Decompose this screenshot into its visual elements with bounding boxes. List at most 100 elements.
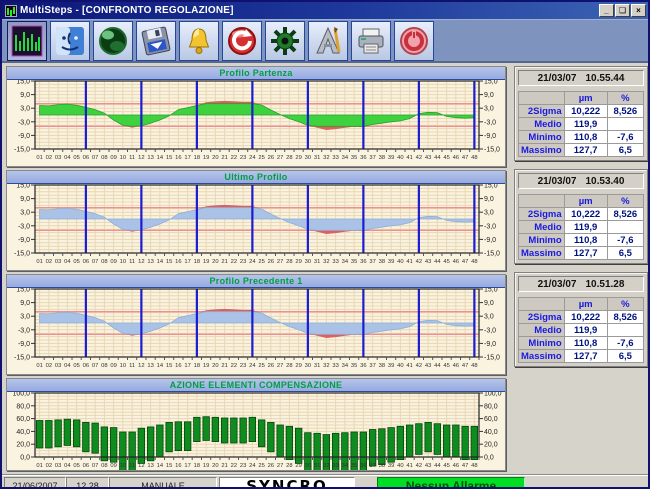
- svg-text:30: 30: [305, 363, 311, 369]
- print-button[interactable]: [351, 21, 391, 61]
- svg-text:02: 02: [46, 463, 52, 469]
- settings-gear-button[interactable]: [265, 21, 305, 61]
- svg-text:-15,0: -15,0: [484, 147, 500, 154]
- green-sphere-button[interactable]: [93, 21, 133, 61]
- drawing-tools-icon: [312, 25, 344, 57]
- svg-text:47: 47: [462, 259, 468, 265]
- restore-button[interactable]: ❏: [615, 4, 630, 17]
- svg-text:04: 04: [64, 155, 71, 161]
- svg-text:25: 25: [258, 363, 264, 369]
- svg-text:35: 35: [351, 155, 357, 161]
- svg-text:38: 38: [379, 155, 385, 161]
- svg-text:11: 11: [129, 363, 135, 369]
- svg-text:100,0: 100,0: [484, 392, 502, 398]
- svg-text:12: 12: [138, 259, 144, 265]
- svg-text:17: 17: [184, 363, 190, 369]
- svg-text:-3,0: -3,0: [484, 119, 496, 126]
- chart-title: Profilo Precedente 1: [7, 275, 505, 288]
- svg-text:17: 17: [184, 463, 190, 469]
- svg-text:39: 39: [388, 463, 394, 469]
- title-bar: MultiSteps - [CONFRONTO REGOLAZIONE] _ ❏…: [2, 2, 648, 19]
- svg-text:14: 14: [157, 363, 164, 369]
- stats-table: µm% 2Sigma10,2228,526 Medio119,9 Minimo1…: [518, 194, 644, 260]
- stats-panel-3: 21/03/07 10.51.28 µm% 2Sigma10,2228,526 …: [514, 272, 648, 367]
- panel-time: 10.51.28: [586, 279, 625, 290]
- waveform-monitor-icon: [11, 25, 43, 57]
- svg-text:24: 24: [249, 463, 256, 469]
- svg-text:41: 41: [406, 155, 412, 161]
- svg-text:11: 11: [129, 155, 135, 161]
- table-row: Massimo127,76,5: [519, 350, 644, 363]
- svg-text:18: 18: [194, 155, 200, 161]
- col-header-pct: %: [607, 92, 643, 105]
- svg-text:37: 37: [369, 259, 375, 265]
- svg-text:-9,0: -9,0: [18, 237, 30, 244]
- svg-text:45: 45: [443, 463, 449, 469]
- svg-text:01: 01: [36, 155, 42, 161]
- svg-text:3,0: 3,0: [20, 210, 30, 217]
- svg-text:9,0: 9,0: [20, 196, 30, 203]
- svg-text:07: 07: [92, 155, 98, 161]
- svg-text:15,0: 15,0: [484, 288, 498, 294]
- alarm-status-badge: Nessun Allarme: [377, 477, 525, 489]
- stats-table: µm% 2Sigma10,2228,526 Medio119,9 Minimo1…: [518, 91, 644, 157]
- svg-text:04: 04: [64, 363, 71, 369]
- svg-text:26: 26: [268, 259, 274, 265]
- svg-text:12: 12: [138, 363, 144, 369]
- svg-text:-9,0: -9,0: [484, 237, 496, 244]
- svg-text:45: 45: [443, 155, 449, 161]
- svg-text:34: 34: [342, 155, 349, 161]
- svg-text:13: 13: [147, 463, 153, 469]
- svg-text:10: 10: [120, 463, 126, 469]
- svg-text:11: 11: [129, 463, 135, 469]
- drawing-tools-button[interactable]: [308, 21, 348, 61]
- power-off-button[interactable]: [394, 21, 434, 61]
- svg-text:29: 29: [295, 155, 301, 161]
- chart-plot: 15,015,09,09,03,03,0-3,0-3,0-9,0-9,0-15,…: [7, 184, 507, 270]
- save-disk-button[interactable]: [136, 21, 176, 61]
- svg-text:07: 07: [92, 259, 98, 265]
- svg-text:10: 10: [120, 259, 126, 265]
- svg-text:39: 39: [388, 363, 394, 369]
- svg-text:19: 19: [203, 155, 209, 161]
- save-disk-icon: [140, 25, 172, 57]
- svg-text:25: 25: [258, 155, 264, 161]
- svg-text:44: 44: [434, 463, 441, 469]
- svg-text:20: 20: [212, 155, 218, 161]
- svg-text:33: 33: [332, 155, 338, 161]
- svg-text:40: 40: [397, 363, 403, 369]
- alarm-bell-icon: [183, 25, 215, 57]
- svg-text:3,0: 3,0: [20, 106, 30, 113]
- svg-text:15,0: 15,0: [16, 184, 30, 190]
- svg-text:22: 22: [231, 463, 237, 469]
- app-icon: [5, 5, 17, 17]
- stats-panel-2: 21/03/07 10.53.40 µm% 2Sigma10,2228,526 …: [514, 169, 648, 264]
- close-button[interactable]: ×: [631, 4, 646, 17]
- svg-text:22: 22: [231, 363, 237, 369]
- refresh-button[interactable]: [222, 21, 262, 61]
- alarm-bell-button[interactable]: [179, 21, 219, 61]
- panel-date: 21/03/07: [538, 73, 577, 84]
- svg-text:05: 05: [73, 259, 79, 265]
- svg-text:10: 10: [120, 155, 126, 161]
- status-date: 21/06/2007: [4, 477, 66, 489]
- svg-text:12: 12: [138, 463, 144, 469]
- svg-text:24: 24: [249, 259, 256, 265]
- svg-text:06: 06: [83, 463, 89, 469]
- table-row: Minimo110,8-7,6: [519, 337, 644, 350]
- svg-text:35: 35: [351, 259, 357, 265]
- finder-face-button[interactable]: [50, 21, 90, 61]
- svg-text:15: 15: [166, 463, 172, 469]
- svg-text:40: 40: [397, 463, 403, 469]
- svg-text:09: 09: [110, 363, 116, 369]
- waveform-monitor-button[interactable]: [7, 21, 47, 61]
- svg-text:03: 03: [55, 363, 61, 369]
- svg-text:01: 01: [36, 259, 42, 265]
- panel-date: 21/03/07: [538, 279, 577, 290]
- svg-text:30: 30: [305, 259, 311, 265]
- chart-canvas: 15,015,09,09,03,03,0-3,0-3,0-9,0-9,0-15,…: [7, 184, 505, 270]
- svg-text:-15,0: -15,0: [14, 355, 30, 362]
- svg-text:02: 02: [46, 259, 52, 265]
- minimize-button[interactable]: _: [599, 4, 614, 17]
- svg-text:18: 18: [194, 463, 200, 469]
